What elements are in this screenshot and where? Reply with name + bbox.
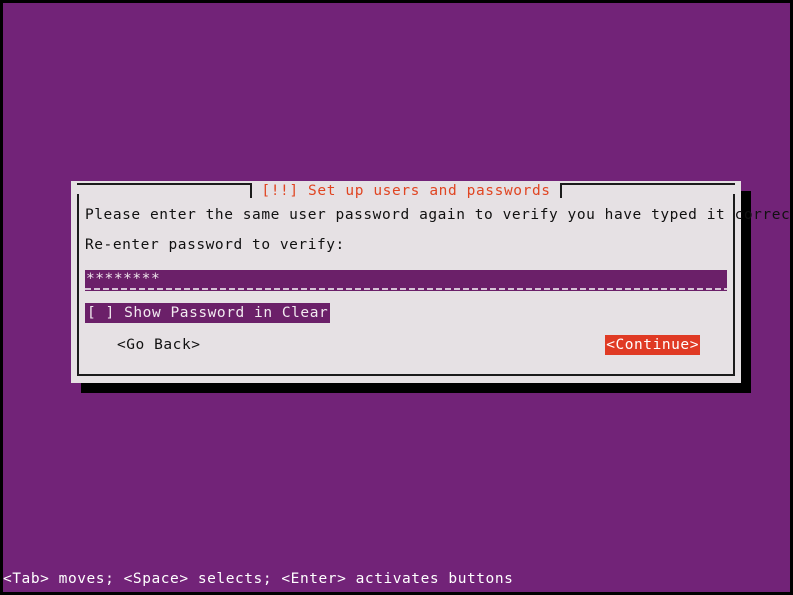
dialog-title: [!!] Set up users and passwords <box>261 183 551 199</box>
show-password-in-clear-checkbox[interactable]: [ ] Show Password in Clear <box>85 303 331 323</box>
installer-screen: [!!] Set up users and passwords Please e… <box>0 0 793 595</box>
continue-button[interactable]: <Continue> <box>605 335 700 355</box>
password-input[interactable]: ******** <box>85 270 727 291</box>
password-input-underline <box>85 288 727 290</box>
title-frame-left <box>77 183 253 198</box>
dialog-frame-bottom <box>77 374 735 376</box>
status-bar-help-text: <Tab> moves; <Space> selects; <Enter> ac… <box>3 571 514 587</box>
setup-users-and-passwords-dialog: [!!] Set up users and passwords Please e… <box>71 181 793 383</box>
dialog-content: Please enter the same user password agai… <box>85 207 793 357</box>
go-back-button[interactable]: <Go Back> <box>117 335 201 355</box>
dialog-title-bar: [!!] Set up users and passwords <box>71 181 741 201</box>
title-frame-right <box>559 183 736 198</box>
dialog-frame-left <box>77 194 79 376</box>
prompt-text: Please enter the same user password agai… <box>85 207 793 223</box>
dialog-buttons: <Go Back> <Continue> <box>85 335 727 357</box>
password-field-label: Re-enter password to verify: <box>85 237 345 253</box>
password-masked-value: ******** <box>86 271 161 287</box>
